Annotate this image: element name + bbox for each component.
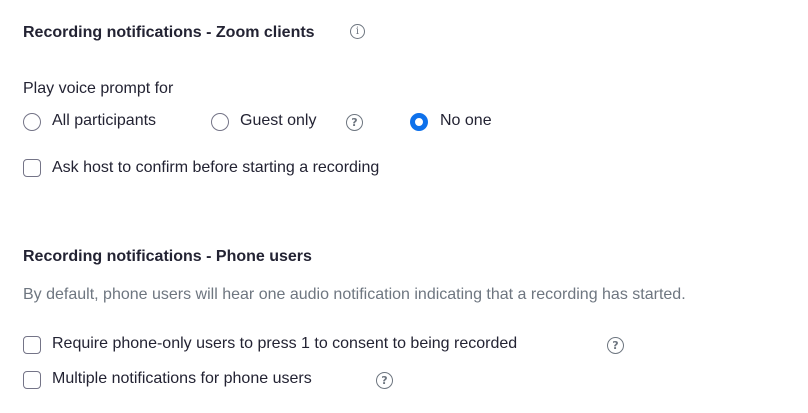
voice-prompt-label: Play voice prompt for bbox=[23, 80, 174, 97]
radio-all-participants-label[interactable]: All participants bbox=[52, 111, 156, 131]
radio-guest-only-label[interactable]: Guest only bbox=[240, 111, 316, 131]
checkbox-ask-host-confirm-label[interactable]: Ask host to confirm before starting a re… bbox=[52, 158, 379, 178]
radio-all-participants[interactable] bbox=[23, 113, 41, 131]
checkbox-require-consent[interactable] bbox=[23, 336, 41, 354]
checkbox-multiple-notifications-label[interactable]: Multiple notifications for phone users bbox=[52, 369, 312, 389]
help-icon[interactable]: ? bbox=[346, 114, 363, 131]
radio-no-one[interactable] bbox=[410, 113, 428, 131]
radio-no-one-label[interactable]: No one bbox=[440, 111, 492, 131]
checkbox-require-consent-label[interactable]: Require phone-only users to press 1 to c… bbox=[52, 334, 517, 354]
checkbox-ask-host-confirm[interactable] bbox=[23, 159, 41, 177]
section-title-phone-users: Recording notifications - Phone users bbox=[23, 248, 312, 265]
section-title-zoom-clients: Recording notifications - Zoom clients bbox=[23, 24, 315, 41]
checkbox-multiple-notifications[interactable] bbox=[23, 371, 41, 389]
radio-guest-only[interactable] bbox=[211, 113, 229, 131]
info-icon[interactable]: i bbox=[350, 24, 365, 39]
help-icon[interactable]: ? bbox=[607, 337, 624, 354]
phone-users-description: By default, phone users will hear one au… bbox=[23, 286, 686, 303]
help-icon[interactable]: ? bbox=[376, 372, 393, 389]
